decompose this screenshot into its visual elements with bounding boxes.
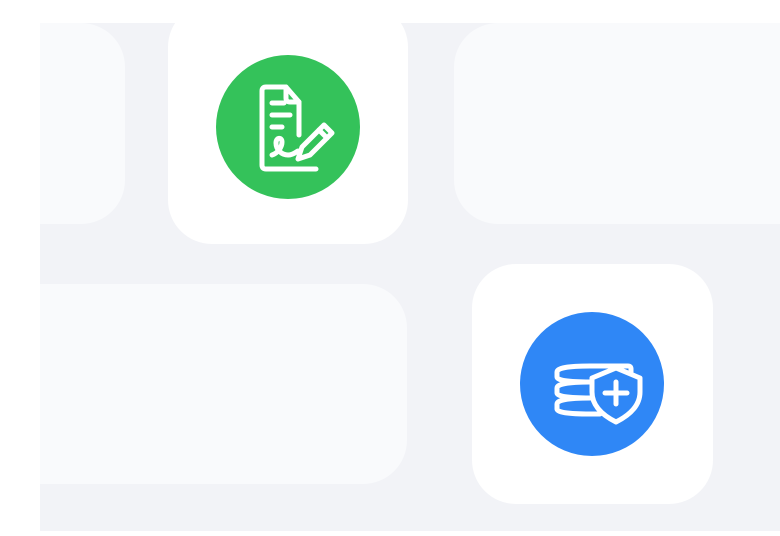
placeholder-tile [40, 284, 407, 484]
database-badge [520, 312, 664, 456]
document-badge [216, 55, 360, 199]
signed-document-icon [259, 84, 335, 172]
app-tile-document[interactable] [168, 23, 408, 244]
app-tile-database[interactable] [472, 264, 713, 504]
secure-database-icon [554, 363, 643, 425]
placeholder-tile [454, 23, 780, 224]
placeholder-tile [40, 23, 125, 224]
app-grid [40, 23, 780, 531]
